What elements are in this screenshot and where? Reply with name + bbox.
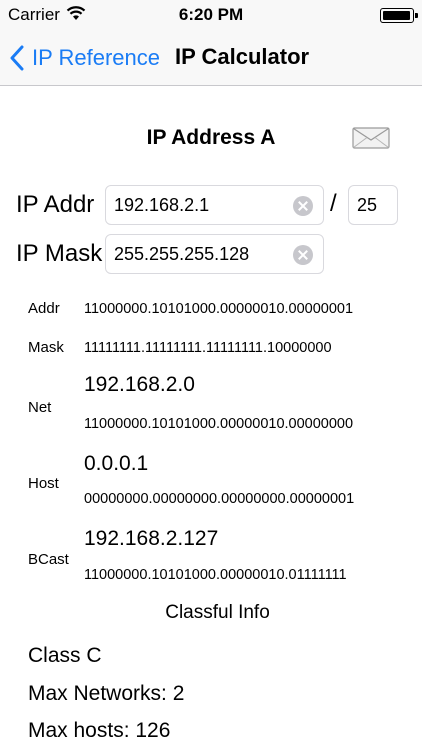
ip-mask-field bbox=[105, 234, 324, 274]
ip-addr-label: IP Addr bbox=[16, 191, 95, 218]
battery-level bbox=[383, 11, 410, 20]
classful-info-title: Classful Info bbox=[165, 602, 270, 623]
max-hosts: Max hosts: 126 bbox=[28, 719, 171, 742]
back-button-label: IP Reference bbox=[32, 45, 161, 70]
net-binary: 11000000.10101000.00000010.00000000 bbox=[84, 416, 354, 432]
chevron-left-icon bbox=[10, 45, 24, 71]
addr-label: Addr bbox=[28, 300, 60, 317]
prefix-separator: / bbox=[330, 190, 337, 217]
class-value: Class C bbox=[28, 644, 102, 667]
prefix-field bbox=[348, 185, 398, 225]
clear-mask-button[interactable] bbox=[293, 245, 313, 265]
ip-mask-input[interactable] bbox=[114, 235, 294, 273]
ip-addr-field bbox=[105, 185, 324, 225]
bcast-label: BCast bbox=[28, 551, 69, 568]
status-bar: Carrier 6:20 PM bbox=[0, 0, 422, 30]
status-time: 6:20 PM bbox=[178, 5, 244, 24]
page-title: IP Calculator bbox=[175, 44, 310, 69]
mail-icon[interactable] bbox=[352, 127, 390, 149]
net-label: Net bbox=[28, 399, 52, 416]
net-value: 192.168.2.0 bbox=[84, 373, 195, 396]
host-value: 0.0.0.1 bbox=[84, 452, 149, 475]
mask-binary: 11111111.11111111.11111111.10000000 bbox=[84, 340, 332, 356]
back-button[interactable]: IP Reference bbox=[8, 40, 160, 76]
host-label: Host bbox=[28, 475, 59, 492]
host-binary: 00000000.00000000.00000000.00000001 bbox=[84, 491, 355, 507]
max-networks: Max Networks: 2 bbox=[28, 682, 185, 705]
bcast-value: 192.168.2.127 bbox=[84, 527, 219, 550]
ip-mask-label: IP Mask bbox=[16, 240, 103, 267]
prefix-length-input[interactable] bbox=[357, 186, 395, 224]
bcast-binary: 11000000.10101000.00000010.01111111 bbox=[84, 567, 347, 583]
battery-icon bbox=[380, 8, 418, 23]
addr-binary: 11000000.10101000.00000010.00000001 bbox=[84, 301, 354, 317]
mask-label: Mask bbox=[28, 339, 64, 356]
ip-addr-input[interactable] bbox=[114, 186, 294, 224]
navigation-bar: IP Reference IP Calculator bbox=[0, 30, 422, 86]
clear-ip-button[interactable] bbox=[293, 196, 313, 216]
